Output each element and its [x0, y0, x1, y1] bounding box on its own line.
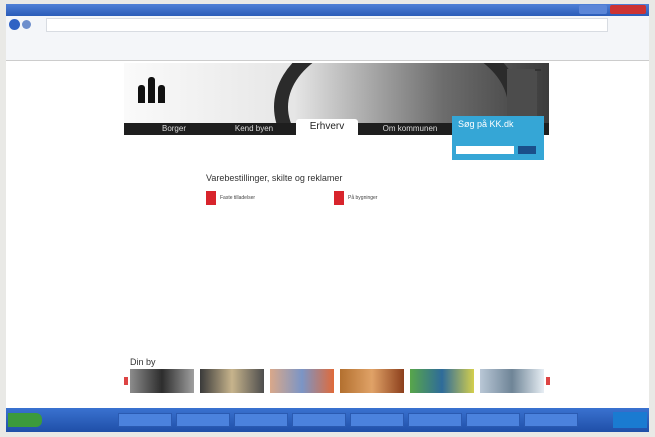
- search-heading: Søg på KK.dk: [458, 119, 514, 129]
- forward-button[interactable]: [22, 20, 31, 29]
- site-top-links[interactable]: [535, 69, 541, 71]
- left-nav-subitem[interactable]: [134, 232, 140, 239]
- window-close-button[interactable]: [610, 5, 646, 14]
- left-nav-item[interactable]: [134, 239, 140, 246]
- ribbon-image[interactable]: [480, 369, 544, 393]
- taskbar-clock: [613, 412, 647, 428]
- ribbon-image[interactable]: [410, 369, 474, 393]
- page-title: Varebestillinger, skilte og reklamer: [206, 173, 343, 183]
- taskbar-item[interactable]: [408, 413, 462, 427]
- web-page: Borger Kend byen Erhverv Om kommunen Søg…: [6, 61, 649, 408]
- browser-tab[interactable]: [10, 51, 18, 57]
- left-nav-item[interactable]: [134, 246, 140, 253]
- left-nav-subitem[interactable]: [134, 225, 140, 232]
- ribbon-next-arrow[interactable]: [546, 377, 550, 385]
- left-nav-item[interactable]: [134, 197, 140, 204]
- ribbon-image[interactable]: [130, 369, 194, 393]
- taskbar-item[interactable]: [292, 413, 346, 427]
- start-button[interactable]: [8, 413, 42, 427]
- taskbar-item[interactable]: [176, 413, 230, 427]
- card-label: Faste tilladelser: [220, 195, 256, 201]
- left-nav-item[interactable]: [134, 211, 140, 218]
- card-label: På bygninger: [348, 195, 378, 201]
- search-box-panel: Søg på KK.dk: [452, 116, 544, 160]
- left-nav-item[interactable]: [134, 183, 140, 190]
- taskbar-item[interactable]: [350, 413, 404, 427]
- nav-tab-erhverv[interactable]: Erhverv: [296, 119, 358, 135]
- taskbar-item[interactable]: [234, 413, 288, 427]
- ribbon-prev-arrow[interactable]: [124, 377, 128, 385]
- taskbar-item[interactable]: [466, 413, 520, 427]
- ribbon-image[interactable]: [270, 369, 334, 393]
- site-header-banner: [124, 63, 549, 123]
- browser-menu-bar: [10, 33, 46, 39]
- ribbon-image[interactable]: [340, 369, 404, 393]
- banner-photo-tower: [507, 69, 537, 123]
- nav-tab-om-kommunen[interactable]: Om kommunen: [370, 123, 450, 135]
- main-content: Varebestillinger, skilte og reklamer Fas…: [206, 173, 456, 205]
- left-nav-item[interactable]: [134, 218, 140, 225]
- left-nav-item[interactable]: [134, 190, 140, 197]
- search-input[interactable]: [456, 146, 514, 154]
- taskbar-item[interactable]: [118, 413, 172, 427]
- banner-photo-arch: [274, 63, 522, 123]
- ribbon-title: Din by: [130, 357, 156, 367]
- taskbar-item[interactable]: [524, 413, 578, 427]
- back-button[interactable]: [9, 19, 20, 30]
- window-titlebar: [6, 4, 649, 16]
- nav-tab-kend-byen[interactable]: Kend byen: [219, 123, 289, 135]
- screen: Borger Kend byen Erhverv Om kommunen Søg…: [6, 4, 649, 432]
- document-icon: [206, 191, 216, 205]
- left-nav-item[interactable]: [134, 204, 140, 211]
- nav-tab-borger[interactable]: Borger: [144, 123, 204, 135]
- favorites-bar: [10, 42, 22, 48]
- left-navigation: [134, 183, 140, 253]
- search-button[interactable]: [518, 146, 536, 154]
- window-minimize-maximize[interactable]: [579, 5, 607, 14]
- din-by-ribbon: Din by: [124, 357, 554, 408]
- browser-chrome: [6, 16, 649, 61]
- content-cards: Faste tilladelser På bygninger: [206, 191, 456, 207]
- city-logo-icon[interactable]: [138, 77, 166, 103]
- address-bar[interactable]: [46, 18, 608, 32]
- ribbon-images: [130, 369, 545, 393]
- ribbon-image[interactable]: [200, 369, 264, 393]
- building-icon: [334, 191, 344, 205]
- windows-taskbar: [6, 408, 649, 432]
